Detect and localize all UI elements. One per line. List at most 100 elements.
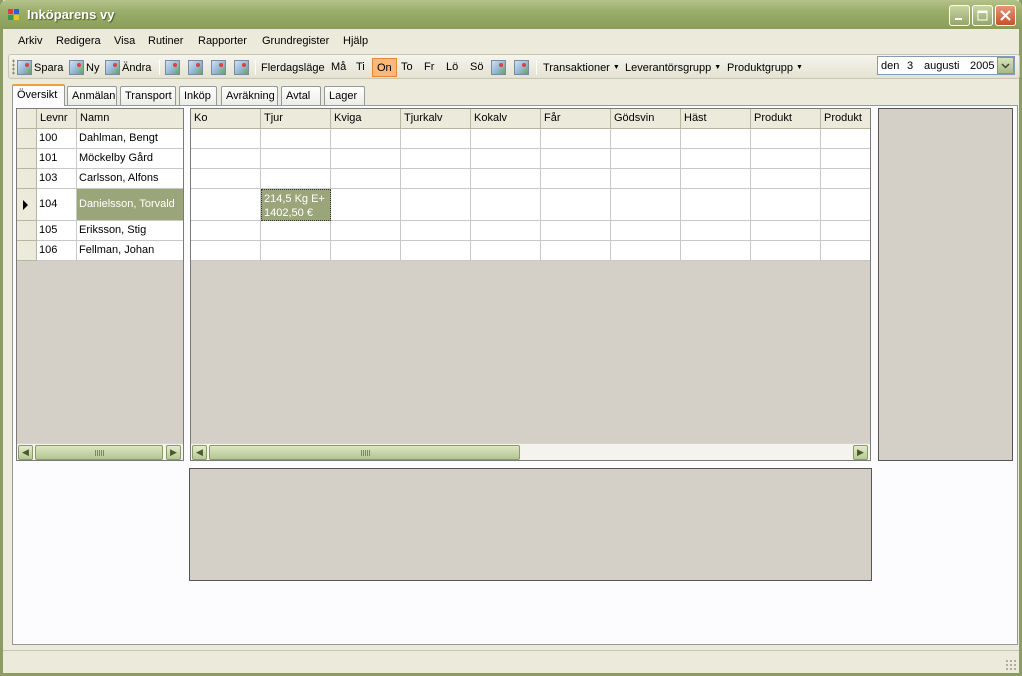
tab-anmalan[interactable]: Anmälan xyxy=(67,86,117,106)
table-cell[interactable] xyxy=(261,221,331,241)
table-cell[interactable] xyxy=(541,129,611,149)
day-button-ma[interactable]: Må xyxy=(327,58,350,77)
column-header-levnr[interactable]: Levnr xyxy=(37,109,77,129)
table-cell[interactable] xyxy=(401,221,471,241)
table-cell-namn[interactable]: Eriksson, Stig xyxy=(77,221,183,241)
table-cell-namn[interactable]: Carlsson, Alfons xyxy=(77,169,183,189)
maximize-button[interactable] xyxy=(972,5,993,26)
menu-visa[interactable]: Visa xyxy=(114,35,135,47)
table-cell-levnr[interactable]: 105 xyxy=(37,221,77,241)
table-cell[interactable] xyxy=(611,189,681,221)
minimize-button[interactable] xyxy=(949,5,970,26)
tab-inkop[interactable]: Inköp xyxy=(179,86,217,106)
table-cell[interactable] xyxy=(401,241,471,261)
day-button-lo[interactable]: Lö xyxy=(442,58,462,77)
scroll-right-button[interactable]: ▶ xyxy=(166,445,181,460)
column-header-godsvin[interactable]: Gödsvin xyxy=(611,109,681,129)
table-cell-levnr[interactable]: 106 xyxy=(37,241,77,261)
table-cell[interactable] xyxy=(611,241,681,261)
table-cell[interactable] xyxy=(471,241,541,261)
scroll-thumb[interactable] xyxy=(209,445,520,460)
tab-transport[interactable]: Transport xyxy=(120,86,176,106)
column-header-tjur[interactable]: Tjur xyxy=(261,109,331,129)
save-button[interactable]: Spara xyxy=(17,58,63,77)
day-button-ti[interactable]: Ti xyxy=(352,58,369,77)
day-button-to[interactable]: To xyxy=(397,58,417,77)
table-cell[interactable] xyxy=(821,129,870,149)
row-header-current[interactable] xyxy=(17,189,37,221)
column-header-hast[interactable]: Häst xyxy=(681,109,751,129)
toolbar-image-button-3[interactable] xyxy=(211,58,226,77)
row-header[interactable] xyxy=(17,241,37,261)
table-cell[interactable] xyxy=(261,241,331,261)
table-cell[interactable] xyxy=(611,221,681,241)
column-header-produkt[interactable]: Produkt xyxy=(751,109,821,129)
close-button[interactable] xyxy=(995,5,1016,26)
table-cell[interactable] xyxy=(331,189,401,221)
table-cell[interactable] xyxy=(191,241,261,261)
column-header-produkt-2[interactable]: Produkt xyxy=(821,109,870,129)
tab-oversikt[interactable]: Översikt xyxy=(12,84,65,106)
column-header-tjurkalv[interactable]: Tjurkalv xyxy=(401,109,471,129)
product-group-dropdown[interactable]: Produktgrupp ▼ xyxy=(727,58,803,77)
toolbar-image-button-6[interactable] xyxy=(514,58,529,77)
table-cell[interactable] xyxy=(261,169,331,189)
table-cell[interactable] xyxy=(331,169,401,189)
scroll-right-button[interactable]: ▶ xyxy=(853,445,868,460)
supplier-grid-hscrollbar[interactable]: ◀ ▶ xyxy=(17,443,183,460)
table-cell-highlight[interactable]: 214,5 Kg E+ 1402,50 € xyxy=(261,189,331,221)
table-cell[interactable] xyxy=(541,149,611,169)
menu-arkiv[interactable]: Arkiv xyxy=(18,35,42,47)
row-header[interactable] xyxy=(17,129,37,149)
column-header-ko[interactable]: Ko xyxy=(191,109,261,129)
table-cell[interactable] xyxy=(611,169,681,189)
tab-avrakning[interactable]: Avräkning xyxy=(221,86,278,106)
table-cell[interactable] xyxy=(751,149,821,169)
table-cell-levnr[interactable]: 103 xyxy=(37,169,77,189)
row-header[interactable] xyxy=(17,169,37,189)
product-grid-hscrollbar[interactable]: ◀ ▶ xyxy=(191,443,870,460)
edit-button[interactable]: Ändra xyxy=(105,58,151,77)
row-header[interactable] xyxy=(17,221,37,241)
table-cell[interactable] xyxy=(821,241,870,261)
table-cell[interactable] xyxy=(611,129,681,149)
toolbar-image-button-1[interactable] xyxy=(165,58,180,77)
table-cell[interactable] xyxy=(681,149,751,169)
table-cell[interactable] xyxy=(331,149,401,169)
table-cell[interactable] xyxy=(681,189,751,221)
table-cell[interactable] xyxy=(331,129,401,149)
table-cell[interactable] xyxy=(471,221,541,241)
date-picker-dropdown-button[interactable] xyxy=(997,57,1014,74)
table-cell[interactable] xyxy=(681,169,751,189)
table-cell-namn[interactable]: Dahlman, Bengt xyxy=(77,129,183,149)
table-cell[interactable] xyxy=(191,129,261,149)
table-cell[interactable] xyxy=(261,129,331,149)
day-button-fr[interactable]: Fr xyxy=(420,58,438,77)
table-cell[interactable] xyxy=(751,129,821,149)
supplier-group-dropdown[interactable]: Leverantörsgrupp ▼ xyxy=(625,58,721,77)
tab-lager[interactable]: Lager xyxy=(324,86,365,106)
table-cell[interactable] xyxy=(331,241,401,261)
table-cell[interactable] xyxy=(821,169,870,189)
table-cell[interactable] xyxy=(751,169,821,189)
table-cell-namn[interactable]: Möckelby Gård xyxy=(77,149,183,169)
tab-avtal[interactable]: Avtal xyxy=(281,86,321,106)
toolbar-grip[interactable] xyxy=(12,59,15,75)
table-cell[interactable] xyxy=(401,149,471,169)
scroll-thumb[interactable] xyxy=(35,445,163,460)
table-cell[interactable] xyxy=(191,169,261,189)
table-cell[interactable] xyxy=(541,241,611,261)
table-cell[interactable] xyxy=(471,129,541,149)
day-button-so[interactable]: Sö xyxy=(466,58,487,77)
table-cell[interactable] xyxy=(751,241,821,261)
scroll-left-button[interactable]: ◀ xyxy=(18,445,33,460)
table-cell[interactable] xyxy=(751,221,821,241)
table-cell[interactable] xyxy=(261,149,331,169)
scroll-left-button[interactable]: ◀ xyxy=(192,445,207,460)
table-cell[interactable] xyxy=(821,221,870,241)
toolbar-image-button-4[interactable] xyxy=(234,58,249,77)
table-cell-namn[interactable]: Fellman, Johan xyxy=(77,241,183,261)
transactions-dropdown[interactable]: Transaktioner ▼ xyxy=(543,58,620,77)
row-header[interactable] xyxy=(17,149,37,169)
column-header-namn[interactable]: Namn xyxy=(77,109,183,129)
